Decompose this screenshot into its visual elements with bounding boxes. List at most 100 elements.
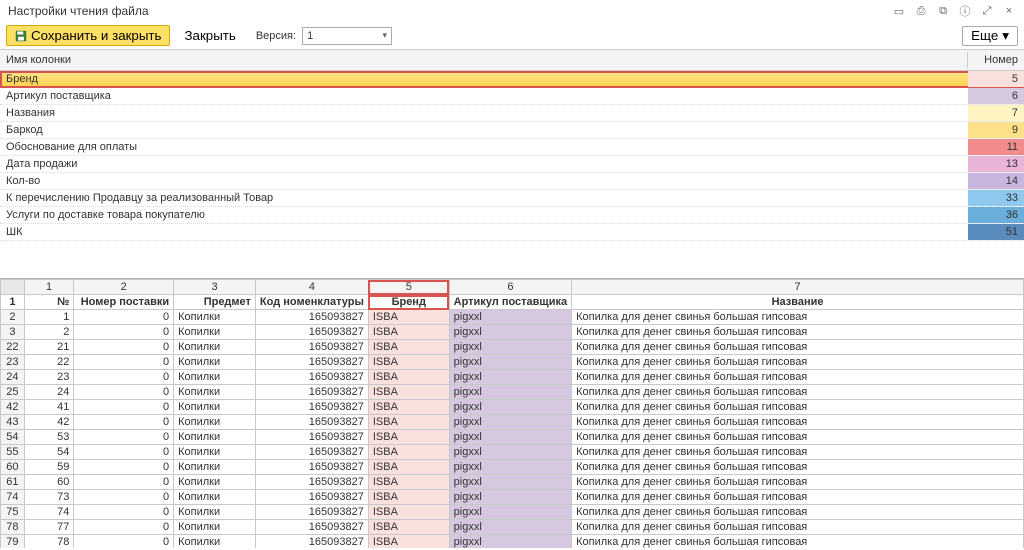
sheet-cell[interactable]: 165093827 [255, 505, 368, 520]
column-header[interactable]: 3 [174, 280, 256, 295]
row-header[interactable]: 22 [1, 340, 25, 355]
sheet-cell[interactable]: Копилки [174, 445, 256, 460]
sheet-cell[interactable]: Копилки [174, 490, 256, 505]
column-mapping-row[interactable]: ШК51 [0, 224, 1024, 241]
row-header[interactable]: 78 [1, 520, 25, 535]
sheet-cell[interactable]: 0 [74, 340, 174, 355]
sheet-cell[interactable]: 77 [24, 520, 74, 535]
sheet-cell[interactable]: 165093827 [255, 520, 368, 535]
row-header[interactable]: 54 [1, 430, 25, 445]
sheet-cell[interactable]: Копилки [174, 505, 256, 520]
sheet-cell[interactable]: Копилка для денег свинья большая гипсова… [572, 370, 1024, 385]
sheet-cell[interactable]: pigxxl [449, 340, 571, 355]
row-header[interactable]: 23 [1, 355, 25, 370]
sheet-header-cell[interactable]: Номер поставки [74, 295, 174, 310]
sheet-cell[interactable]: ISBA [368, 535, 449, 549]
close-button[interactable]: Закрыть [176, 26, 243, 45]
sheet-cell[interactable]: 165093827 [255, 535, 368, 549]
sheet-cell[interactable]: pigxxl [449, 490, 571, 505]
row-header[interactable]: 43 [1, 415, 25, 430]
sheet-cell[interactable]: 23 [24, 370, 74, 385]
sheet-cell[interactable]: pigxxl [449, 505, 571, 520]
sheet-cell[interactable]: 165093827 [255, 475, 368, 490]
row-header[interactable]: 75 [1, 505, 25, 520]
sheet-cell[interactable]: 165093827 [255, 430, 368, 445]
row-header[interactable]: 79 [1, 535, 25, 549]
row-header[interactable]: 42 [1, 400, 25, 415]
column-mapping-row[interactable]: Баркод9 [0, 122, 1024, 139]
sheet-cell[interactable]: Копилки [174, 430, 256, 445]
sheet-cell[interactable]: pigxxl [449, 430, 571, 445]
version-select[interactable]: 1 ▾ [302, 27, 392, 45]
sheet-cell[interactable]: 0 [74, 415, 174, 430]
sheet-cell[interactable]: 74 [24, 505, 74, 520]
sheet-cell[interactable]: Копилка для денег свинья большая гипсова… [572, 505, 1024, 520]
sheet-corner[interactable] [1, 280, 25, 295]
close-icon[interactable]: × [1002, 4, 1016, 18]
column-header[interactable]: 7 [572, 280, 1024, 295]
sheet-cell[interactable]: Копилка для денег свинья большая гипсова… [572, 430, 1024, 445]
sheet-cell[interactable]: pigxxl [449, 535, 571, 549]
column-mapping-row[interactable]: Услуги по доставке товара покупателю36 [0, 207, 1024, 224]
sheet-cell[interactable]: Копилка для денег свинья большая гипсова… [572, 520, 1024, 535]
sheet-header-cell[interactable]: Название [572, 295, 1024, 310]
report-icon[interactable]: ▭ [892, 4, 906, 18]
maximize-icon[interactable]: ⤢ [980, 4, 994, 18]
sheet-cell[interactable]: 0 [74, 310, 174, 325]
row-header[interactable]: 2 [1, 310, 25, 325]
sheet-cell[interactable]: Копилки [174, 415, 256, 430]
column-mapping-row[interactable]: Кол-во14 [0, 173, 1024, 190]
sheet-cell[interactable]: 22 [24, 355, 74, 370]
sheet-cell[interactable]: pigxxl [449, 310, 571, 325]
sheet-cell[interactable]: pigxxl [449, 475, 571, 490]
sheet-header-cell[interactable]: Бренд [368, 295, 449, 310]
sheet-cell[interactable]: Копилка для денег свинья большая гипсова… [572, 490, 1024, 505]
sheet-cell[interactable]: Копилки [174, 520, 256, 535]
sheet-cell[interactable]: 42 [24, 415, 74, 430]
sheet-cell[interactable]: 41 [24, 400, 74, 415]
sheet-header-cell[interactable]: Артикул поставщика [449, 295, 571, 310]
sheet-cell[interactable]: Копилки [174, 325, 256, 340]
sheet-cell[interactable]: Копилки [174, 460, 256, 475]
column-header[interactable]: 2 [74, 280, 174, 295]
sheet-cell[interactable]: ISBA [368, 520, 449, 535]
more-button[interactable]: Еще ▾ [962, 26, 1018, 46]
sheet-cell[interactable]: Копилки [174, 385, 256, 400]
sheet-cell[interactable]: Копилка для денег свинья большая гипсова… [572, 445, 1024, 460]
sheet-cell[interactable]: 0 [74, 325, 174, 340]
sheet-cell[interactable]: 0 [74, 430, 174, 445]
sheet-cell[interactable]: 165093827 [255, 325, 368, 340]
sheet-cell[interactable]: 165093827 [255, 340, 368, 355]
row-header[interactable]: 25 [1, 385, 25, 400]
sheet-cell[interactable]: Копилка для денег свинья большая гипсова… [572, 340, 1024, 355]
sheet-cell[interactable]: Копилки [174, 355, 256, 370]
save-and-close-button[interactable]: Сохранить и закрыть [6, 25, 170, 46]
column-mapping-row[interactable]: Артикул поставщика6 [0, 88, 1024, 105]
sheet-cell[interactable]: pigxxl [449, 415, 571, 430]
sheet-cell[interactable]: 0 [74, 460, 174, 475]
sheet-cell[interactable]: ISBA [368, 460, 449, 475]
sheet-cell[interactable]: ISBA [368, 475, 449, 490]
column-header[interactable]: 1 [24, 280, 74, 295]
print-icon[interactable]: ⎙ [914, 4, 928, 18]
sheet-cell[interactable]: 53 [24, 430, 74, 445]
column-mapping-row[interactable]: Дата продажи13 [0, 156, 1024, 173]
row-header[interactable]: 1 [1, 295, 25, 310]
column-mapping-row[interactable]: Обоснование для оплаты11 [0, 139, 1024, 156]
sheet-cell[interactable]: 165093827 [255, 460, 368, 475]
column-mapping-row[interactable]: Названия7 [0, 105, 1024, 122]
row-header[interactable]: 24 [1, 370, 25, 385]
column-header[interactable]: 4 [255, 280, 368, 295]
sheet-cell[interactable]: 0 [74, 385, 174, 400]
sheet-cell[interactable]: Копилка для денег свинья большая гипсова… [572, 355, 1024, 370]
sheet-header-cell[interactable]: Код номенклатуры [255, 295, 368, 310]
sheet-cell[interactable]: Копилка для денег свинья большая гипсова… [572, 475, 1024, 490]
sheet-cell[interactable]: 0 [74, 505, 174, 520]
sheet-cell[interactable]: Копилки [174, 400, 256, 415]
sheet-cell[interactable]: pigxxl [449, 445, 571, 460]
sheet-cell[interactable]: pigxxl [449, 355, 571, 370]
sheet-cell[interactable]: Копилки [174, 535, 256, 549]
sheet-cell[interactable]: 54 [24, 445, 74, 460]
sheet-cell[interactable]: pigxxl [449, 325, 571, 340]
sheet-cell[interactable]: 0 [74, 400, 174, 415]
